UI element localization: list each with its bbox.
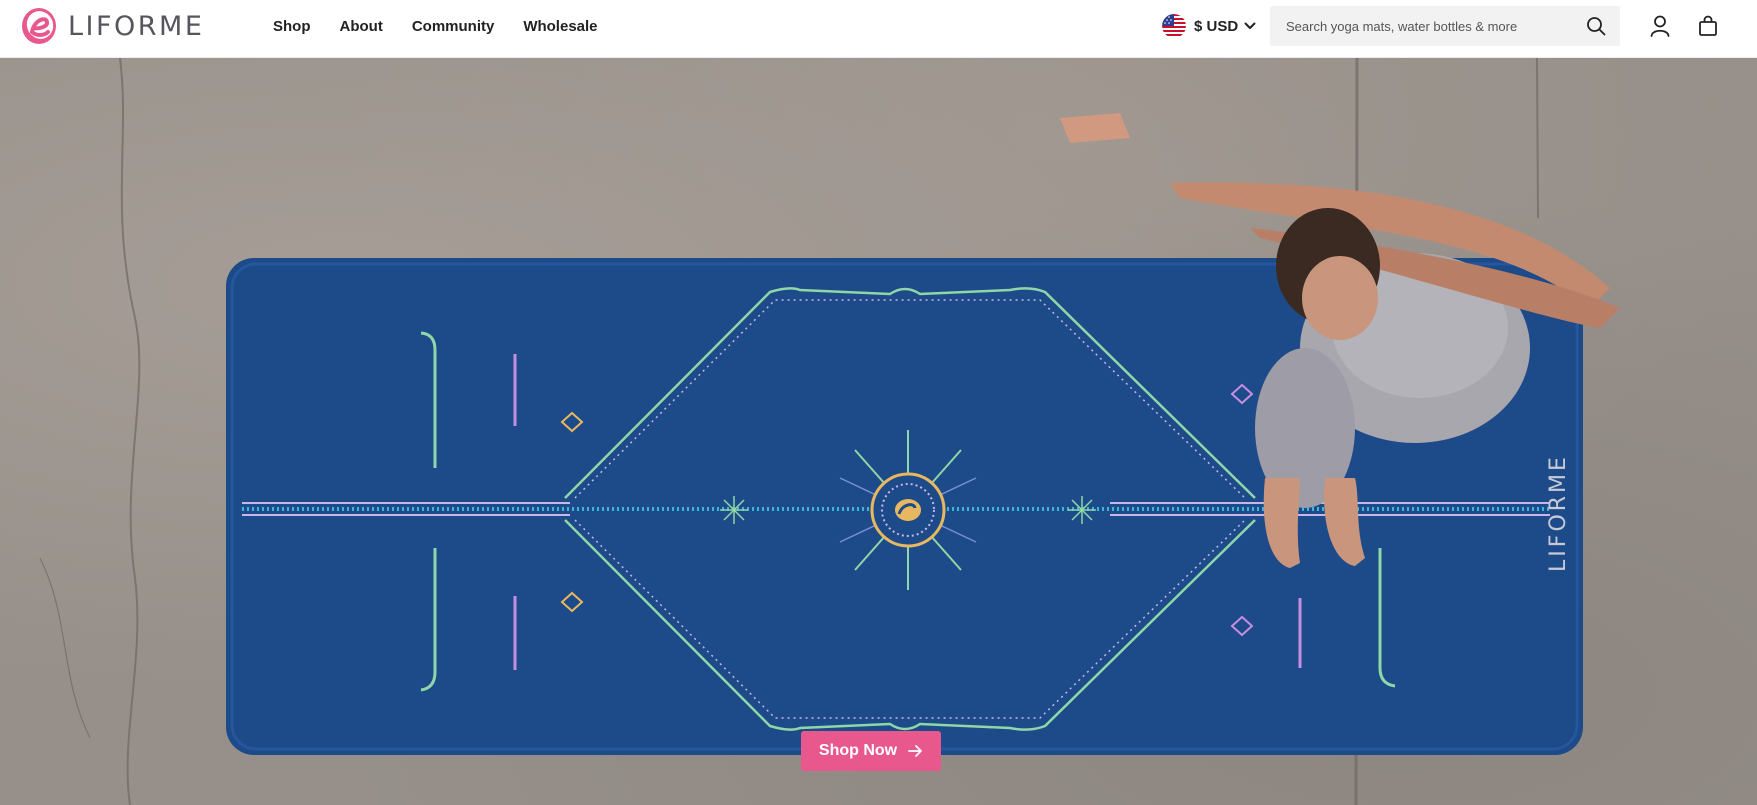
cart-icon[interactable] — [1698, 15, 1718, 37]
shop-now-label: Shop Now — [818, 742, 898, 759]
currency-label: $ USD — [1194, 17, 1239, 35]
search-icon[interactable] — [1586, 16, 1606, 36]
site-header: LIFORME Shop About Community Wholesale $… — [0, 0, 1757, 58]
search-input[interactable] — [1270, 6, 1570, 46]
brand-logo[interactable]: LIFORME — [20, 5, 204, 47]
chevron-down-icon — [1244, 22, 1256, 29]
currency-selector[interactable]: $ USD — [1162, 13, 1256, 39]
nav-item-about[interactable]: About — [340, 18, 383, 35]
hero-yoga-mat-image: LIFORME — [39, 58, 1620, 805]
mat-brand-print: LIFORME — [1546, 454, 1571, 572]
search-bar — [1270, 6, 1620, 46]
shop-now-button[interactable]: Shop Now — [801, 731, 941, 771]
brand-name: LIFORME — [68, 10, 205, 42]
nav-item-community[interactable]: Community — [412, 18, 495, 35]
hero-banner: LIFORME Shop Now — [0, 58, 1757, 805]
arrow-right-icon — [908, 745, 923, 757]
main-nav: Shop About Community Wholesale — [273, 0, 627, 52]
nav-item-shop[interactable]: Shop — [273, 18, 311, 35]
liforme-swirl-logo-icon — [22, 8, 56, 44]
account-icon[interactable] — [1650, 15, 1670, 37]
nav-item-wholesale[interactable]: Wholesale — [523, 18, 597, 35]
us-flag-icon — [1162, 14, 1186, 38]
